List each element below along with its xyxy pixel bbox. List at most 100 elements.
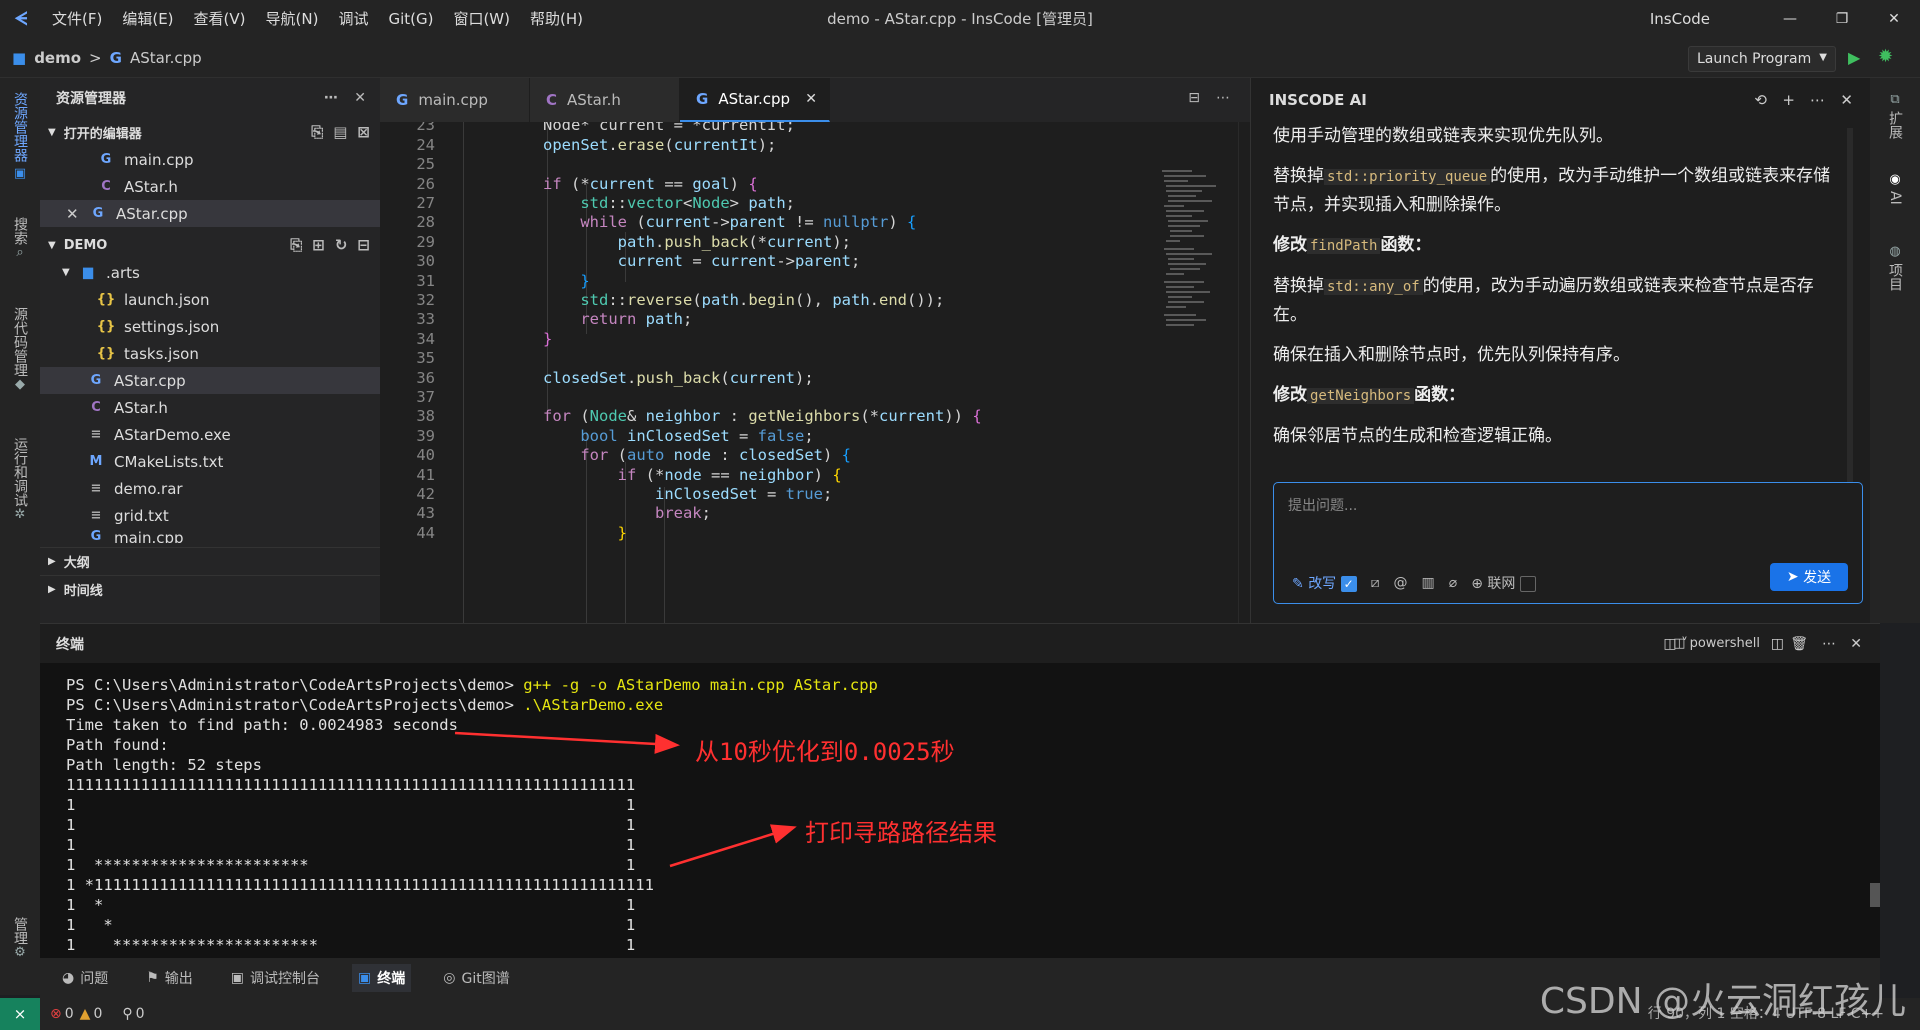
more-icon[interactable]: ⋯ [324,90,338,106]
error-count[interactable]: 0 [65,1006,74,1022]
split-editor-icon[interactable]: ⊟ [1188,90,1200,106]
file-item[interactable]: ≡ grid.txt [40,502,380,529]
tab-terminal[interactable]: ▣ 终端 [352,964,412,992]
ai-question-input[interactable]: 提出问题... ✎ 改写 ✓ ⧄ @ ▥ ⌀ ⊕ 联网 ➤ 发送 [1273,482,1863,604]
file-item-selected[interactable]: G AStar.cpp [40,367,380,394]
warning-count[interactable]: 0 [93,1006,102,1022]
close-icon[interactable]: ✕ [66,205,88,223]
checkbox-checked-icon[interactable]: ✓ [1340,576,1357,592]
file-item[interactable]: {} settings.json [40,313,380,340]
activity-search[interactable]: 搜索 ⌕ [0,213,40,260]
tab-astar-cpp[interactable]: G AStar.cpp ✕ [680,78,830,122]
tab-astar-h[interactable]: C AStar.h [530,78,680,122]
tab-main-cpp[interactable]: G main.cpp [380,78,530,122]
file-label: tasks.json [124,344,199,363]
more-icon[interactable]: ⋯ [1810,91,1825,109]
file-item[interactable]: ≡ AStarDemo.exe [40,421,380,448]
split-icon[interactable]: ◫ [1771,636,1784,652]
close-icon[interactable]: ✕ [354,90,366,106]
new-folder-icon[interactable]: ⊞ [312,236,325,254]
new-chat-icon[interactable]: + [1782,91,1795,109]
editor-scrollbar[interactable] [1238,122,1250,623]
source-control-icon: ◆ [15,377,25,392]
terminal-icon: ▣ [358,970,372,986]
menu-git[interactable]: Git(G) [378,0,443,38]
attach-icon[interactable]: ⌀ [1449,575,1457,591]
right-ai[interactable]: ◉ AI [1875,172,1915,205]
tab-debug-console[interactable]: ▣ 调试控制台 [225,964,326,992]
tab-problems[interactable]: ◕ 问题 [56,964,114,992]
activity-debug[interactable]: 运行和调试 ✲ [0,433,40,522]
terminal-output[interactable]: PS C:\Users\Administrator\CodeArtsProjec… [40,663,1880,958]
terminal-scrollbar[interactable] [1870,883,1880,907]
file-item[interactable]: {} tasks.json [40,340,380,367]
minimap[interactable] [1160,166,1230,366]
open-editor-item[interactable]: C AStar.h [40,173,380,200]
close-icon[interactable]: ✕ [1850,636,1862,652]
library-icon[interactable]: ▥ [1422,575,1435,591]
file-item[interactable]: M CMakeLists.txt [40,448,380,475]
debug-icon[interactable]: ✹ [1878,46,1893,67]
maximize-icon[interactable]: ❐ [1816,0,1868,38]
collapse-all-icon[interactable]: ⊟ [357,236,370,254]
mention-icon[interactable]: @ [1394,575,1408,591]
menu-view[interactable]: 查看(V) [184,0,256,38]
trash-icon[interactable]: 🗑 [1790,636,1808,652]
terminal-shell-select[interactable]: ◫ powershell [1673,636,1760,651]
file-item[interactable]: ≡ demo.rar [40,475,380,502]
file-item[interactable]: G main.cpp [40,529,380,543]
activity-scm[interactable]: 源代码管理 ◆ [0,303,40,392]
code-view[interactable]: 23 24 25 26 27 28 29 30 31 32 33 34 35 3… [380,122,1250,623]
outline-section[interactable]: ▶ 大纲 [40,547,380,575]
remote-icon[interactable]: ⨯ [0,998,40,1030]
breadcrumb-file[interactable]: AStar.cpp [130,49,202,67]
open-editor-item-active[interactable]: ✕ G AStar.cpp [40,200,380,227]
line-number: 30 [416,252,435,270]
menu-navigate[interactable]: 导航(N) [256,0,329,38]
open-editor-item[interactable]: G main.cpp [40,146,380,173]
new-file-icon[interactable]: ⎘ [290,236,302,254]
activity-manage[interactable]: 管理 ⚙ [0,913,40,960]
more-icon[interactable]: ⋯ [1216,90,1230,106]
tab-output[interactable]: ⚑ 输出 [140,964,199,992]
close-icon[interactable]: ✕ [1840,91,1853,109]
menu-window[interactable]: 窗口(W) [443,0,520,38]
rewrite-toggle[interactable]: ✎ 改写 ✓ [1292,573,1357,593]
line-number: 23 [416,122,435,134]
ai-scrollbar[interactable] [1847,128,1853,508]
open-editors-section[interactable]: ▼ 打开的编辑器 ⎘ ▤ ⊠ [40,118,380,146]
project-section[interactable]: ▼ DEMO ⎘ ⊞ ↻ ⊟ [40,231,380,259]
checkbox-icon[interactable] [1519,576,1536,592]
web-toggle[interactable]: ⊕ 联网 [1471,573,1536,593]
save-all-icon[interactable]: ▤ [333,123,347,141]
status-right[interactable]: 行 90，列 1 空格：4 UTF-8 LF C++ [1648,998,1884,1030]
timeline-section[interactable]: ▶ 时间线 [40,575,380,603]
right-extensions[interactable]: ⧉ 扩展 [1875,92,1915,139]
send-button[interactable]: ➤ 发送 [1770,563,1848,591]
new-file-icon[interactable]: ⎘ [311,123,323,141]
folder-item[interactable]: ▼ ▆ .arts [40,259,380,286]
tab-git-graph[interactable]: ◎ Git图谱 [437,964,515,992]
close-all-icon[interactable]: ⊠ [357,123,370,141]
run-icon[interactable]: ▶ [1848,48,1860,67]
file-item[interactable]: {} launch.json [40,286,380,313]
slash-command-icon[interactable]: ⧄ [1371,575,1380,591]
refresh-icon[interactable]: ↻ [335,236,348,254]
panel-tabs: ◕ 问题 ⚑ 输出 ▣ 调试控制台 ▣ 终端 ◎ Git图谱 [40,958,1880,998]
activity-explorer[interactable]: 资源管理器 ▣ [0,88,40,181]
close-window-icon[interactable]: ✕ [1868,0,1920,38]
right-project[interactable]: ◍ 项目 [1875,244,1915,291]
history-icon[interactable]: ⟲ [1754,91,1767,109]
more-icon[interactable]: ⋯ [1822,636,1836,652]
minimize-icon[interactable]: — [1764,0,1816,38]
menu-help[interactable]: 帮助(H) [520,0,593,38]
breadcrumb-project[interactable]: demo [34,49,81,67]
ports-count[interactable]: 0 [136,1006,145,1022]
file-item[interactable]: C AStar.h [40,394,380,421]
menu-debug[interactable]: 调试 [328,0,378,38]
launch-config-select[interactable]: Launch Program ▼ [1688,46,1836,72]
menu-file[interactable]: 文件(F) [42,0,112,38]
line-number: 41 [416,466,435,484]
close-icon[interactable]: ✕ [805,91,817,107]
menu-edit[interactable]: 编辑(E) [112,0,183,38]
